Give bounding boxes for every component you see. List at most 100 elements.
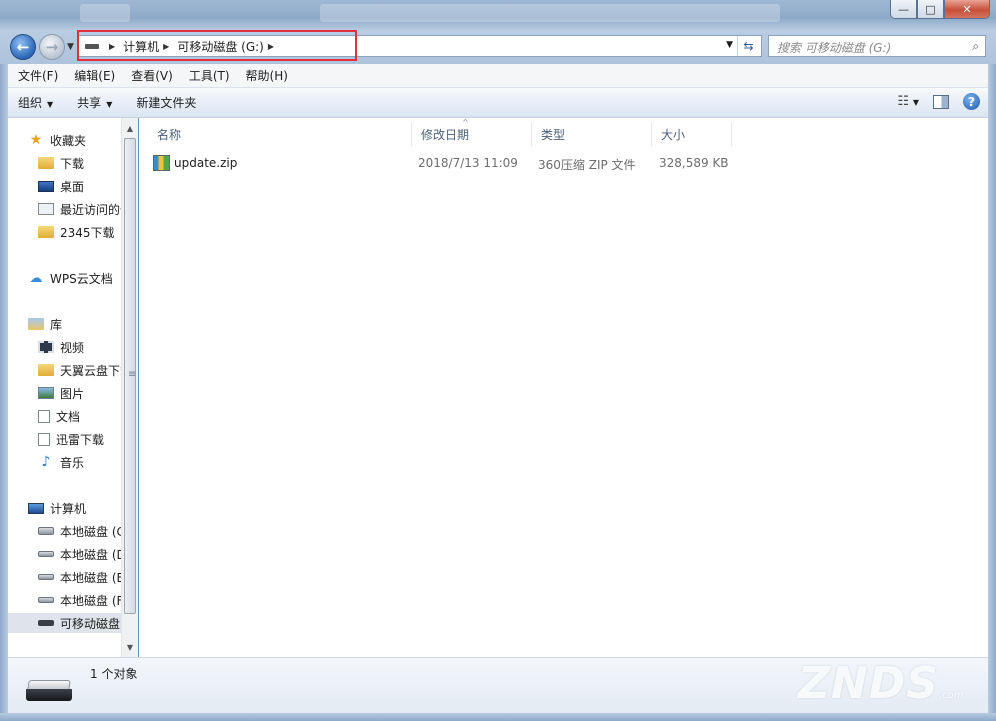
- window-controls: — □ ✕: [890, 0, 990, 19]
- window-frame-right: [988, 64, 996, 714]
- nav-label: 本地磁盘 (D:): [60, 547, 121, 562]
- file-modified: 2018/7/13 11:09: [418, 156, 518, 170]
- removable-drive-icon: [85, 43, 99, 49]
- details-view-icon: ☷: [897, 94, 910, 109]
- nav-label: 本地磁盘 (C:): [60, 524, 121, 539]
- back-button[interactable]: ←: [10, 34, 36, 60]
- nav-drive-d[interactable]: 本地磁盘 (D:): [38, 544, 121, 564]
- chevron-right-icon[interactable]: ▶: [268, 42, 274, 51]
- nav-recent[interactable]: 最近访问的位置: [38, 199, 124, 219]
- download-folder-icon: [38, 432, 50, 446]
- nav-scrollbar[interactable]: ▲ ≡ ▼: [121, 118, 138, 657]
- minimize-button[interactable]: —: [890, 0, 917, 19]
- change-view-button[interactable]: ☷ ▼: [897, 94, 919, 109]
- file-name: update.zip: [174, 156, 238, 170]
- search-placeholder: 搜索 可移动磁盘 (G:): [777, 41, 892, 55]
- removable-drive-large-icon: [26, 680, 72, 702]
- recent-places-icon: [38, 203, 54, 215]
- forward-button[interactable]: →: [39, 34, 65, 60]
- menu-file[interactable]: 文件(F): [10, 67, 66, 84]
- video-icon: [38, 341, 54, 353]
- arrow-left-icon: ←: [16, 38, 30, 56]
- column-header-size[interactable]: 大小: [652, 122, 732, 146]
- scroll-down-icon[interactable]: ▼: [122, 639, 138, 655]
- desktop-icon: [38, 180, 54, 192]
- system-drive-icon: [38, 527, 54, 535]
- help-icon[interactable]: ?: [963, 93, 980, 110]
- arrow-right-icon: →: [45, 38, 59, 56]
- window-frame-bottom: [0, 713, 996, 721]
- preview-pane-icon[interactable]: [933, 94, 949, 109]
- nav-label: 图片: [60, 386, 85, 401]
- file-row[interactable]: update.zip 2018/7/13 11:09 360压缩 ZIP 文件 …: [153, 152, 733, 174]
- breadcrumb-drive-g[interactable]: 可移动磁盘 (G:): [177, 38, 264, 55]
- column-header-type[interactable]: 类型: [532, 122, 652, 146]
- share-label: 共享: [77, 96, 102, 110]
- scroll-up-icon[interactable]: ▲: [122, 120, 138, 136]
- nav-label: 库: [50, 317, 63, 332]
- new-folder-button[interactable]: 新建文件夹: [127, 94, 205, 111]
- refresh-icon[interactable]: ⇆: [737, 36, 759, 56]
- file-size: 328,589 KB: [659, 156, 729, 170]
- nav-label: 本地磁盘 (F:): [60, 593, 121, 608]
- search-icon[interactable]: ⌕: [972, 39, 979, 54]
- cloud-icon: ☁: [29, 270, 43, 286]
- menu-tools[interactable]: 工具(T): [181, 67, 238, 84]
- column-label: 名称: [157, 127, 182, 142]
- navigation-row: ← → ▼ ▶ 计算机 ▶ 可移动磁盘 (G:) ▶ ▼ ⇆ 搜索 可移动磁盘 …: [0, 30, 996, 64]
- folder-icon: [38, 157, 54, 169]
- nav-label: 可移动磁盘 (G:): [60, 616, 121, 631]
- search-input[interactable]: 搜索 可移动磁盘 (G:) ⌕: [768, 35, 986, 57]
- menu-view[interactable]: 查看(V): [123, 67, 181, 84]
- nav-label: 收藏夹: [50, 133, 87, 148]
- hard-drive-icon: [38, 551, 54, 557]
- menu-edit[interactable]: 编辑(E): [66, 67, 123, 84]
- organize-button[interactable]: 组织 ▼: [8, 94, 62, 111]
- column-label: 类型: [541, 127, 566, 142]
- nav-drive-c[interactable]: 本地磁盘 (C:): [38, 521, 121, 541]
- address-history-dropdown[interactable]: ▼: [726, 40, 733, 50]
- nav-drive-e[interactable]: 本地磁盘 (E:): [38, 567, 121, 587]
- nav-label: 音乐: [60, 455, 85, 470]
- file-list: 名称 ^ 修改日期 类型 大小 update.zip 2018/7/13 11:…: [139, 118, 988, 657]
- recent-pages-dropdown[interactable]: ▼: [67, 42, 74, 52]
- scroll-thumb[interactable]: ≡: [124, 138, 136, 614]
- nav-label: 迅雷下载: [56, 432, 105, 447]
- nav-drive-g[interactable]: 可移动磁盘 (G:): [8, 613, 121, 633]
- nav-label: 桌面: [60, 179, 85, 194]
- hard-drive-icon: [38, 574, 54, 580]
- picture-icon: [38, 387, 54, 399]
- caret-down-icon: ▼: [106, 100, 113, 109]
- share-button[interactable]: 共享 ▼: [68, 94, 121, 111]
- hard-drive-icon: [38, 597, 54, 603]
- column-header-name[interactable]: 名称: [148, 122, 412, 146]
- breadcrumb-computer[interactable]: 计算机: [123, 38, 159, 55]
- computer-icon: [28, 502, 44, 514]
- nav-tianyi-downloads[interactable]: 天翼云盘下载: [38, 360, 121, 380]
- close-button[interactable]: ✕: [944, 0, 990, 19]
- nav-label: 文档: [56, 409, 81, 424]
- column-header-modified[interactable]: ^ 修改日期: [412, 118, 532, 146]
- nav-label: 2345下载: [60, 225, 115, 240]
- caret-down-icon: ▼: [47, 100, 54, 109]
- command-bar: 组织 ▼ 共享 ▼ 新建文件夹 ☷ ▼ ?: [8, 88, 988, 118]
- maximize-button[interactable]: □: [917, 0, 944, 19]
- menu-bar: 文件(F) 编辑(E) 查看(V) 工具(T) 帮助(H): [8, 64, 988, 88]
- nav-label: 天翼云盘下载: [60, 363, 121, 378]
- folder-icon: [38, 226, 54, 238]
- address-bar[interactable]: ▶ 计算机 ▶ 可移动磁盘 (G:) ▶ ▼ ⇆: [78, 35, 762, 57]
- nav-label: 最近访问的位置: [60, 202, 124, 217]
- menu-help[interactable]: 帮助(H): [238, 67, 296, 84]
- chevron-right-icon[interactable]: ▶: [163, 42, 169, 51]
- nav-label: 计算机: [50, 501, 87, 516]
- chevron-right-icon[interactable]: ▶: [109, 42, 115, 51]
- removable-drive-icon: [38, 620, 54, 626]
- column-label: 大小: [661, 127, 686, 142]
- details-pane: 1 个对象 ZNDS.com: [8, 657, 988, 713]
- blurred-tab: [80, 4, 130, 22]
- navigation-pane: ★ 收藏夹 下载 桌面 最近访问的位置 2345下载 ☁ WPS云文档 库 视频 天…: [8, 118, 138, 657]
- nav-label: 本地磁盘 (E:): [60, 570, 121, 585]
- nav-drive-f[interactable]: 本地磁盘 (F:): [38, 590, 121, 610]
- star-icon: ★: [29, 132, 43, 148]
- library-icon: [28, 318, 44, 330]
